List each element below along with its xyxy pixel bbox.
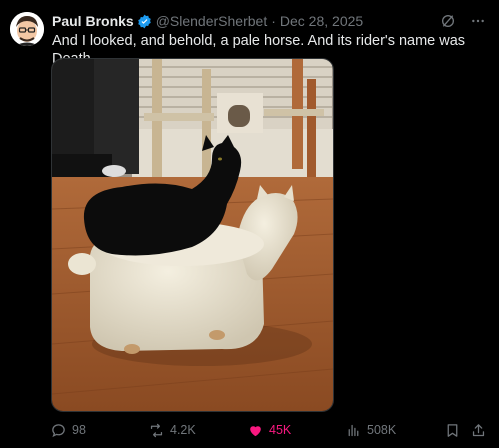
share-icon	[472, 423, 485, 436]
repost-icon	[150, 423, 163, 437]
post-date[interactable]: Dec 28, 2025	[280, 13, 363, 29]
bookmark-button[interactable]	[444, 420, 461, 440]
like-icon	[250, 425, 261, 436]
view-count: 508K	[367, 423, 397, 437]
avatar-cartoon-image	[10, 12, 44, 46]
share-button[interactable]	[470, 420, 487, 440]
like-button[interactable]: 45K	[247, 420, 291, 440]
verified-badge-icon	[137, 14, 152, 29]
repost-button[interactable]: 4.2K	[148, 420, 196, 440]
author-handle[interactable]: @SlenderSherbet	[156, 13, 268, 29]
reply-count: 98	[72, 423, 86, 437]
post-image[interactable]	[51, 58, 334, 412]
bookmark-icon	[447, 423, 458, 437]
avatar[interactable]	[10, 12, 44, 46]
post[interactable]: Paul Bronks @SlenderSherbet · Dec 28, 20…	[0, 0, 499, 448]
views-button[interactable]: 508K	[345, 420, 396, 440]
grok-icon[interactable]	[439, 12, 457, 30]
like-count: 45K	[269, 423, 292, 437]
reply-icon	[52, 423, 65, 437]
reply-button[interactable]: 98	[50, 420, 86, 440]
separator-dot: ·	[271, 13, 276, 29]
views-icon	[348, 424, 359, 436]
repost-count: 4.2K	[170, 423, 196, 437]
action-bar: 98 4.2K 45K 508K	[50, 420, 489, 440]
more-icon[interactable]	[469, 12, 487, 30]
author-name[interactable]: Paul Bronks	[52, 13, 134, 29]
cat-on-alpaca-chair-image	[52, 59, 333, 411]
post-header: Paul Bronks @SlenderSherbet · Dec 28, 20…	[52, 11, 487, 31]
